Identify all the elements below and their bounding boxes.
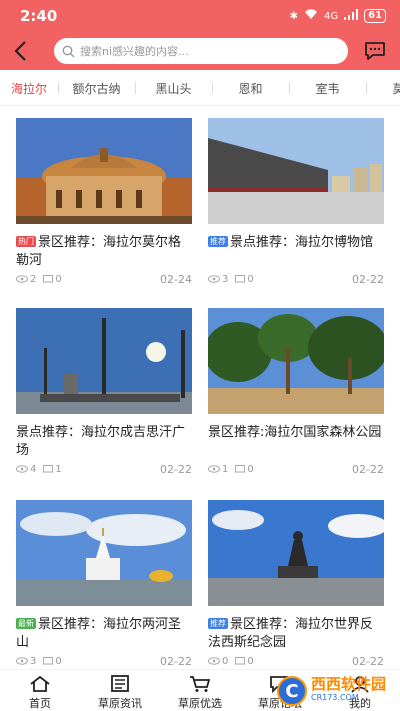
cart-icon xyxy=(190,676,211,692)
message-button[interactable] xyxy=(362,38,388,64)
card-title-text: 景区推荐：海拉尔两河圣山 xyxy=(16,617,182,650)
card-meta: 3 0 02-22 xyxy=(16,654,192,668)
card-title: 热门 景区推荐：海拉尔莫尔格勒河 xyxy=(16,234,192,270)
card-date: 02-24 xyxy=(160,272,192,286)
card-badge: 热门 xyxy=(16,236,36,247)
view-count: 3 xyxy=(30,655,37,667)
comment-icon xyxy=(43,464,54,472)
card-title: 景区推荐:海拉尔国家森林公园 xyxy=(208,425,382,440)
view-count: 4 xyxy=(30,463,37,475)
app-bar xyxy=(0,32,400,70)
comment-count: 0 xyxy=(247,273,254,285)
card-image-museum xyxy=(208,118,384,224)
card-image-genghis-square xyxy=(16,308,192,414)
wifi-icon xyxy=(304,9,318,23)
card-meta: 0 0 02-22 xyxy=(208,654,384,668)
eye-icon xyxy=(16,465,28,473)
eye-icon xyxy=(208,465,220,473)
card-image-memorial-park xyxy=(208,500,384,606)
view-count: 3 xyxy=(222,273,229,285)
status-time: 2:40 xyxy=(20,7,58,25)
comment-icon xyxy=(235,274,246,282)
watermark-logo: C 西西软件园 CR173.COM xyxy=(276,676,386,706)
search-input[interactable] xyxy=(80,44,320,58)
eye-icon xyxy=(16,657,28,665)
watermark-icon: C xyxy=(276,676,307,706)
card-image-two-rivers-mountain xyxy=(16,500,192,606)
card-title: 景点推荐：海拉尔成吉思汗广场 xyxy=(16,425,186,458)
comment-icon xyxy=(43,274,54,282)
watermark-brand: 西西软件园 xyxy=(310,675,386,693)
card-badge: 最新 xyxy=(16,618,36,629)
network-label: 4G xyxy=(323,10,339,22)
view-count: 2 xyxy=(30,273,37,285)
card-meta: 1 0 02-22 xyxy=(208,462,384,476)
watermark-text: 西西软件园 CR173.COM xyxy=(311,677,386,705)
comment-icon xyxy=(235,464,246,472)
card-image-forest-park xyxy=(208,308,384,414)
home-icon xyxy=(30,675,50,692)
comment-count: 0 xyxy=(247,463,254,475)
card-badge: 推荐 xyxy=(208,618,228,629)
card-date: 02-22 xyxy=(160,462,192,476)
comment-count: 0 xyxy=(247,655,254,667)
tab-enhe[interactable]: 恩和 xyxy=(212,80,289,97)
card-badge: 推荐 xyxy=(208,236,228,247)
tab-more[interactable]: 莫尔 xyxy=(366,80,400,97)
card-date: 02-22 xyxy=(352,654,384,668)
card-meta: 4 1 02-22 xyxy=(16,462,192,476)
tab-shiwei[interactable]: 室韦 xyxy=(289,80,366,97)
article-card[interactable]: 景点推荐：海拉尔成吉思汗广场 4 1 02-22 xyxy=(16,308,192,476)
card-title-text: 景点推荐：海拉尔博物馆 xyxy=(230,235,374,250)
bluetooth-icon: ✱ xyxy=(289,10,298,22)
card-date: 02-22 xyxy=(352,462,384,476)
comment-icon xyxy=(43,656,54,664)
card-date: 02-22 xyxy=(352,272,384,286)
nav-shop[interactable]: 草原优选 xyxy=(160,670,240,711)
article-card[interactable]: 推荐 景点推荐：海拉尔博物馆 3 0 02-22 xyxy=(208,118,384,286)
comment-count: 1 xyxy=(55,463,62,475)
article-card[interactable]: 最新 景区推荐：海拉尔两河圣山 3 0 02-22 xyxy=(16,500,192,668)
signal-icon xyxy=(344,9,359,23)
nav-news[interactable]: 草原资讯 xyxy=(80,670,160,711)
back-button[interactable] xyxy=(0,32,40,70)
card-date: 02-22 xyxy=(160,654,192,668)
comment-count: 0 xyxy=(55,655,62,667)
news-icon xyxy=(111,675,129,692)
nav-shop-label: 草原优选 xyxy=(178,697,222,710)
card-title: 推荐 景区推荐：海拉尔世界反法西斯纪念园 xyxy=(208,616,384,652)
status-icons: ✱ 4G 61 xyxy=(290,9,386,23)
card-title: 推荐 景点推荐：海拉尔博物馆 xyxy=(208,234,384,270)
nav-news-label: 草原资讯 xyxy=(98,697,142,710)
article-card[interactable]: 热门 景区推荐：海拉尔莫尔格勒河 2 0 02-24 xyxy=(16,118,192,286)
view-count: 1 xyxy=(222,463,229,475)
eye-icon xyxy=(208,275,220,283)
comment-count: 0 xyxy=(55,273,62,285)
eye-icon xyxy=(208,657,220,665)
battery-icon: 61 xyxy=(364,9,386,23)
card-image-hailar-river xyxy=(16,118,192,224)
watermark-sub: CR173.COM xyxy=(310,693,359,702)
view-count: 0 xyxy=(222,655,229,667)
tab-erguna[interactable]: 额尔古纳 xyxy=(58,80,135,97)
article-card[interactable]: 景区推荐:海拉尔国家森林公园 1 0 02-22 xyxy=(208,308,384,476)
status-bar: 2:40 ✱ 4G 61 xyxy=(0,0,400,32)
search-box[interactable] xyxy=(54,38,348,64)
eye-icon xyxy=(16,275,28,283)
tab-heishantou[interactable]: 黑山头 xyxy=(135,80,212,97)
tab-hailar[interactable]: 海拉尔 xyxy=(0,80,58,97)
back-arrow-icon xyxy=(14,41,26,61)
nav-home[interactable]: 首页 xyxy=(0,670,80,711)
card-meta: 2 0 02-24 xyxy=(16,272,192,286)
card-title-text: 景区推荐：海拉尔世界反法西斯纪念园 xyxy=(208,617,374,650)
chat-icon xyxy=(365,42,385,60)
card-title: 最新 景区推荐：海拉尔两河圣山 xyxy=(16,616,192,652)
nav-home-label: 首页 xyxy=(29,697,51,710)
card-meta: 3 0 02-22 xyxy=(208,272,384,286)
category-tabs: 海拉尔 额尔古纳 黑山头 恩和 室韦 莫尔 xyxy=(0,72,400,106)
card-title-text: 景区推荐：海拉尔莫尔格勒河 xyxy=(16,235,182,268)
search-icon xyxy=(62,45,75,57)
article-card[interactable]: 推荐 景区推荐：海拉尔世界反法西斯纪念园 0 0 02-22 xyxy=(208,500,384,668)
comment-icon xyxy=(235,656,246,664)
